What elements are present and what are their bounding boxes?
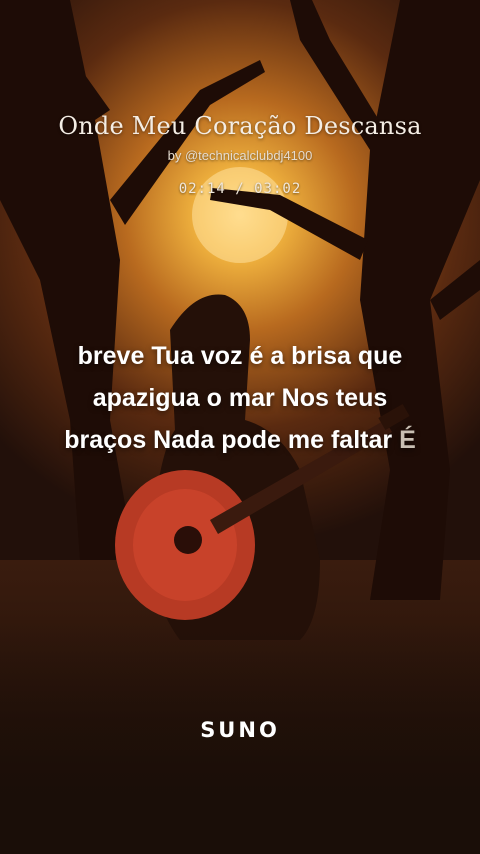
lyric-line: breve Tua voz é a brisa que [77, 342, 403, 370]
lyrics-block: breve Tua voz é a brisa que apazigua o m… [30, 335, 450, 461]
suno-logo: SUNO [200, 718, 280, 742]
lyric-upcoming-word: É [399, 426, 416, 454]
song-title: Onde Meu Coração Descansa [58, 112, 422, 140]
artist-byline[interactable]: by @technicalclubdj4100 [0, 148, 480, 163]
playback-time: 02:14 / 03:02 [178, 181, 302, 197]
lyric-current-text: braços Nada pode me faltar [64, 426, 393, 454]
lyric-line-current: braços Nada pode me faltar É [30, 419, 450, 461]
lyric-line: apazigua o mar Nos teus [92, 384, 388, 412]
song-header: Onde Meu Coração Descansa by @technicalc… [0, 112, 480, 197]
